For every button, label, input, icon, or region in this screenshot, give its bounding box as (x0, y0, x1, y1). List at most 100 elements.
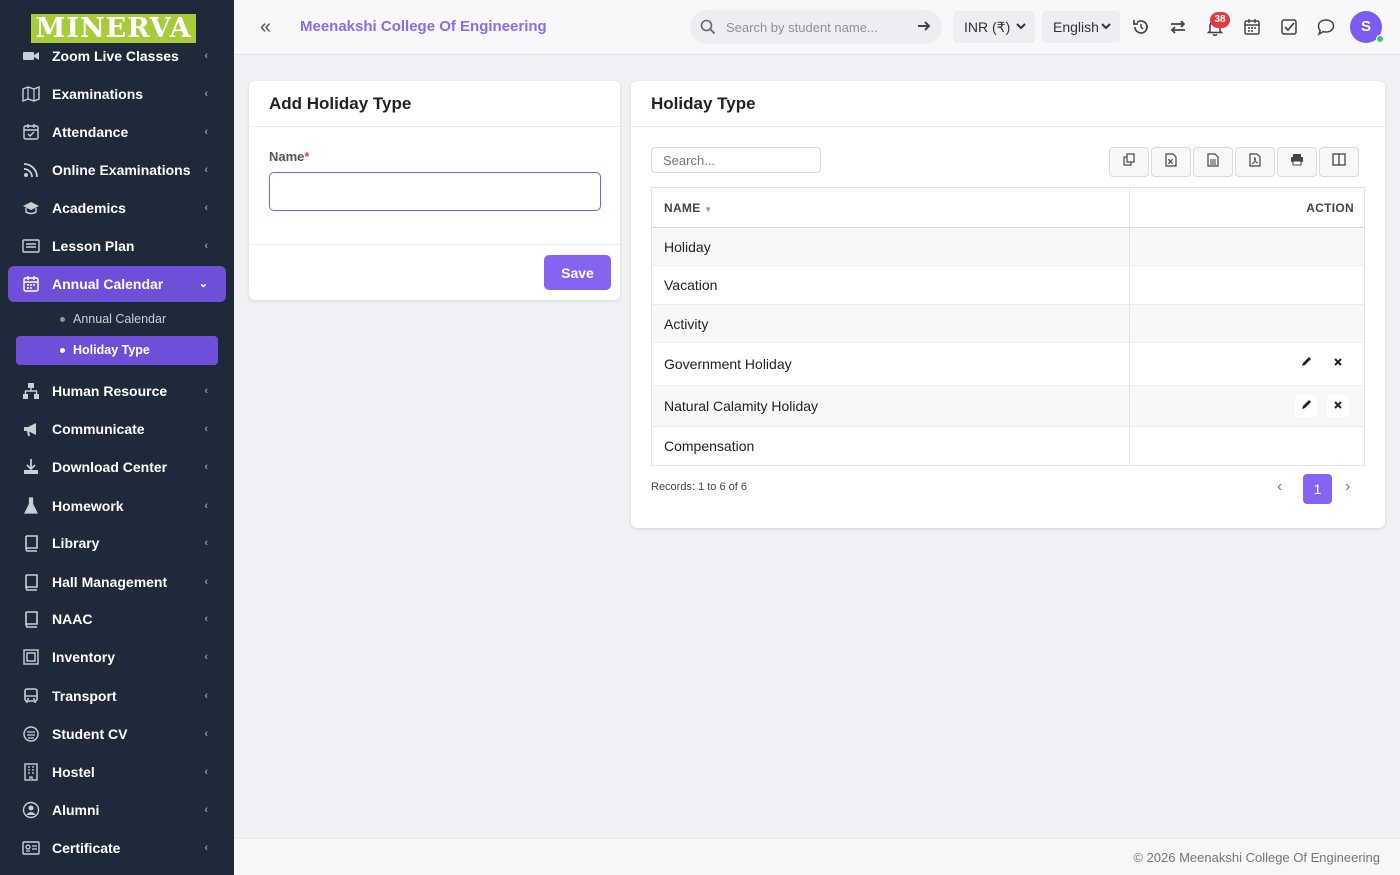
exchange-icon[interactable] (1168, 17, 1188, 37)
sidebar-item-certificate[interactable]: Certificate ‹ (8, 830, 226, 866)
pencil-icon (1301, 397, 1312, 415)
sidebar-item-alumni[interactable]: Alumni ‹ (8, 792, 226, 828)
bullet-icon (60, 317, 65, 322)
column-header-name[interactable]: NAME ▼ (664, 188, 712, 230)
sidebar-item-human-resource[interactable]: Human Resource ‹ (8, 373, 226, 409)
arrow-right-icon[interactable] (916, 18, 932, 39)
book-icon (22, 534, 40, 552)
sidebar-item-attendance[interactable]: Attendance ‹ (8, 114, 226, 150)
holiday-type-list-card: Holiday Type NAME ▼ ACTION Holiday Vacat… (631, 81, 1385, 528)
edit-button[interactable] (1295, 352, 1317, 374)
csv-icon (1207, 152, 1219, 172)
name-field[interactable] (269, 172, 601, 211)
chevron-left-icon[interactable]: ‹ (1277, 478, 1282, 496)
card-title: Holiday Type (651, 94, 756, 113)
table-row: Activity (652, 305, 1364, 343)
copy-button[interactable] (1109, 147, 1149, 177)
notification-badge: 38 (1210, 12, 1230, 28)
sidebar-item-label: Transport (52, 688, 117, 704)
table-search-input[interactable] (651, 147, 821, 173)
export-buttons (1109, 147, 1361, 177)
task-check-icon[interactable] (1279, 17, 1299, 37)
chevron-left-icon: ‹ (204, 842, 208, 854)
chevron-left-icon: ‹ (204, 461, 208, 473)
sidebar-item-label: Certificate (52, 840, 121, 856)
student-search-input[interactable] (726, 17, 906, 37)
excel-icon (1165, 152, 1177, 172)
currency-value: INR (₹) (964, 19, 1011, 35)
bullet-icon (60, 348, 65, 353)
history-icon[interactable] (1131, 17, 1151, 37)
chevron-left-icon: ‹ (204, 500, 208, 512)
sidebar-item-academics[interactable]: Academics ‹ (8, 190, 226, 226)
sidebar-item-library[interactable]: Library ‹ (8, 525, 226, 561)
chat-icon[interactable] (1316, 17, 1336, 37)
sidebar-item-naac[interactable]: NAAC ‹ (8, 601, 226, 637)
language-select[interactable]: English (1042, 11, 1120, 43)
chevron-left-icon: ‹ (204, 202, 208, 214)
divider (249, 244, 620, 245)
sidebar-item-label: Online Examinations (52, 162, 191, 178)
delete-button[interactable] (1327, 352, 1349, 374)
pdf-button[interactable] (1235, 147, 1275, 177)
divider (631, 126, 1385, 127)
print-button[interactable] (1277, 147, 1317, 177)
table-row: Vacation (652, 266, 1364, 305)
excel-button[interactable] (1151, 147, 1191, 177)
sidebar-item-examinations[interactable]: Examinations ‹ (8, 76, 226, 112)
chevron-left-icon: ‹ (204, 240, 208, 252)
graduation-cap-icon (22, 199, 40, 217)
currency-select[interactable]: INR (₹) (953, 11, 1035, 43)
collapse-sidebar-icon[interactable]: « (260, 15, 271, 39)
columns-button[interactable] (1319, 147, 1359, 177)
column-header-action: ACTION (1306, 201, 1354, 215)
sidebar-item-label: Hall Management (52, 574, 168, 590)
sidebar-item-label: Human Resource (52, 383, 168, 399)
chevron-left-icon: ‹ (204, 690, 208, 702)
sidebar-item-lesson-plan[interactable]: Lesson Plan ‹ (8, 228, 226, 264)
search-icon (700, 19, 716, 40)
footer: © 2026 Meenakshi College Of Engineering (234, 838, 1400, 875)
edit-button[interactable] (1295, 395, 1317, 417)
page-1-button[interactable]: 1 (1303, 474, 1332, 504)
csv-button[interactable] (1193, 147, 1233, 177)
sidebar-item-inventory[interactable]: Inventory ‹ (8, 639, 226, 675)
chevron-right-icon[interactable]: › (1345, 478, 1350, 496)
add-holiday-type-card: Add Holiday Type Name* Save (249, 81, 620, 300)
sidebar-item-transport[interactable]: Transport ‹ (8, 678, 226, 714)
sidebar-item-communicate[interactable]: Communicate ‹ (8, 411, 226, 447)
sidebar-item-label: Inventory (52, 649, 116, 665)
sidebar-item-hostel[interactable]: Hostel ‹ (8, 754, 226, 790)
save-button[interactable]: Save (544, 255, 611, 290)
alumni-icon (22, 801, 40, 819)
sidebar-item-label: Student CV (52, 726, 128, 742)
delete-button[interactable] (1327, 395, 1349, 417)
lesson-plan-icon (22, 237, 40, 255)
book-icon (22, 573, 40, 591)
sidebar-item-download-center[interactable]: Download Center ‹ (8, 449, 226, 485)
sidebar-subitem-label: Holiday Type (73, 343, 150, 357)
copy-icon (1122, 153, 1136, 171)
sidebar-item-annual-calendar[interactable]: Annual Calendar ⌄ (8, 266, 226, 302)
sidebar-item-hall-management[interactable]: Hall Management ‹ (8, 564, 226, 600)
holiday-type-name: Compensation (664, 438, 755, 454)
sidebar-subitem-holiday-type[interactable]: Holiday Type (16, 336, 218, 365)
calendar-icon[interactable] (1242, 17, 1262, 37)
certificate-icon (22, 839, 40, 857)
logo[interactable]: MINERVA (31, 14, 196, 43)
sidebar-item-label: Examinations (52, 86, 144, 102)
college-name[interactable]: Meenakshi College Of Engineering (300, 18, 547, 35)
close-icon (1333, 354, 1343, 372)
download-icon (22, 458, 40, 476)
name-label: Name* (269, 149, 310, 164)
sidebar-item-online-examinations[interactable]: Online Examinations ‹ (8, 152, 226, 188)
sidebar-subitem-annual-calendar[interactable]: Annual Calendar (16, 305, 218, 334)
holiday-type-name: Natural Calamity Holiday (664, 398, 819, 414)
table-row: Compensation (652, 427, 1364, 465)
sidebar-item-student-cv[interactable]: Student CV ‹ (8, 716, 226, 752)
sidebar-item-homework[interactable]: Homework ‹ (8, 488, 226, 524)
holiday-type-table: NAME ▼ ACTION Holiday Vacation Activity … (651, 187, 1365, 466)
chevron-down-icon (1015, 11, 1027, 54)
chevron-down-icon (1100, 11, 1112, 54)
chevron-left-icon: ‹ (204, 164, 208, 176)
